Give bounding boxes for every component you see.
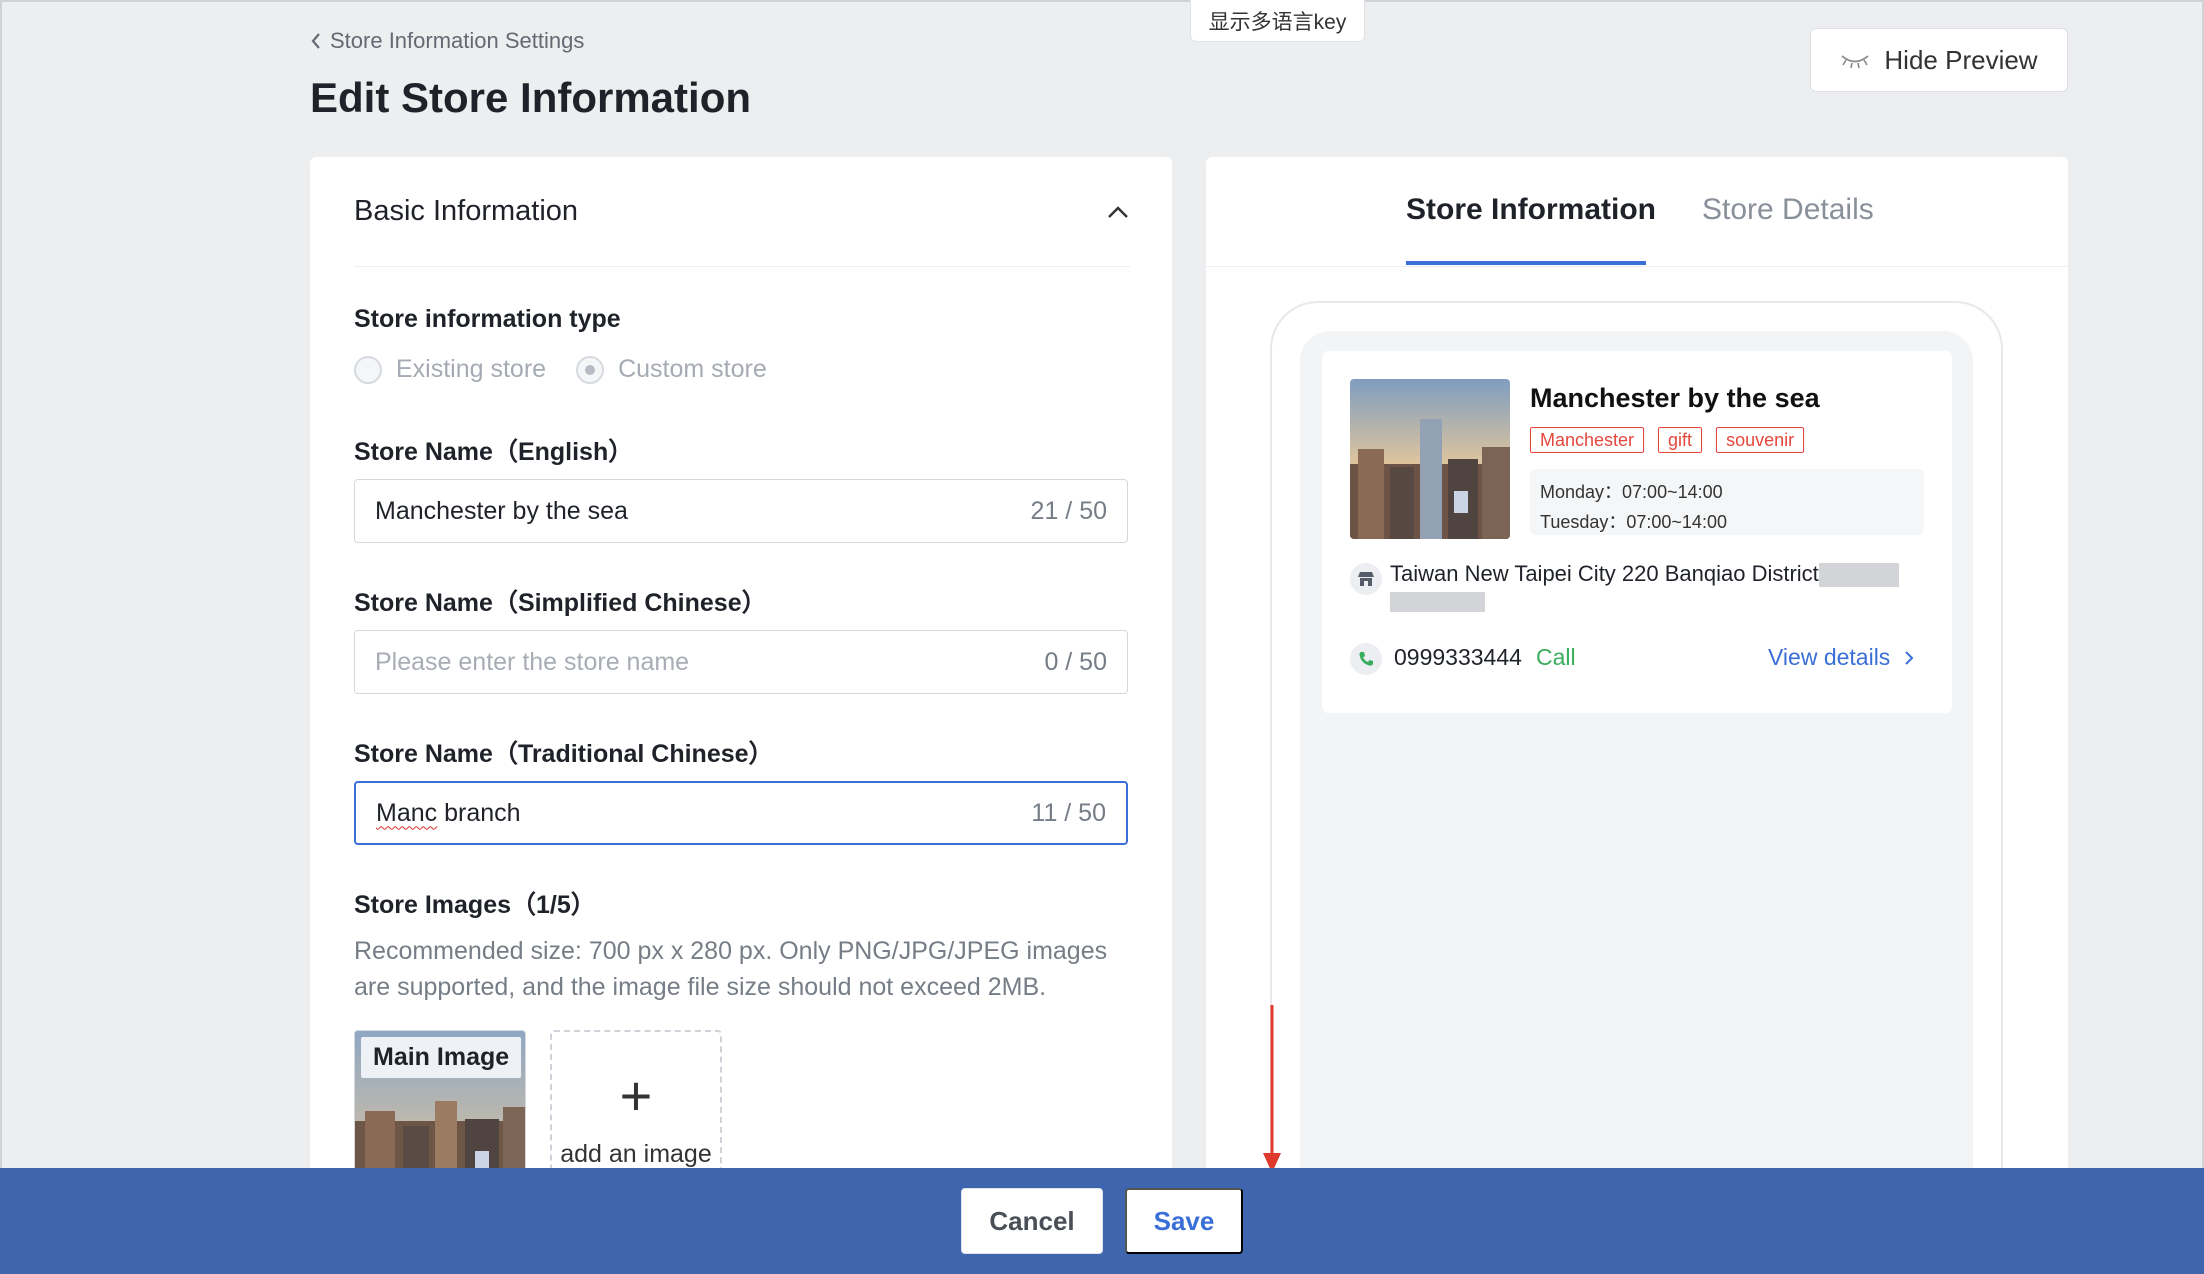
chevron-right-icon [1905, 650, 1914, 665]
add-image-button[interactable]: + add an image [550, 1030, 722, 1177]
add-image-label: add an image [560, 1140, 712, 1168]
view-details-label: View details [1768, 644, 1891, 670]
opening-hours: Monday：07:00~14:00 Tuesday：07:00~14:00 [1530, 469, 1924, 535]
breadcrumb-label: Store Information Settings [330, 28, 585, 53]
cancel-button[interactable]: Cancel [961, 1188, 1103, 1254]
language-key-toggle[interactable]: 显示多语言key [1190, 0, 1365, 42]
redacted-block [1818, 563, 1899, 588]
radio-custom-store[interactable]: Custom store [576, 355, 767, 384]
tab-store-details[interactable]: Store Details [1702, 193, 1874, 227]
page-title: Edit Store Information [310, 74, 751, 121]
plus-icon: + [619, 1064, 653, 1127]
hours-line: Tuesday：07:00~14:00 [1540, 512, 1727, 532]
preview-store-name: Manchester by the sea [1530, 383, 1820, 413]
radio-circle [354, 355, 382, 384]
hide-preview-label: Hide Preview [1884, 44, 2038, 75]
phone-screen: Manchester by the sea Manchester gift so… [1300, 331, 1973, 1177]
radio-circle-checked [576, 355, 605, 384]
input-placeholder: Please enter the store name [375, 647, 690, 676]
redacted-block [1390, 592, 1485, 613]
store-name-en-input[interactable]: Manchester by the sea 21 / 50 [354, 479, 1128, 543]
store-photo [1350, 379, 1510, 539]
footer-action-bar: Cancel Save [0, 1168, 2204, 1274]
store-name-sc-input[interactable]: Please enter the store name 0 / 50 [354, 630, 1128, 694]
hours-line: Monday：07:00~14:00 [1540, 482, 1723, 502]
char-counter: 11 / 50 [1031, 798, 1106, 827]
call-link[interactable]: Call [1536, 644, 1576, 671]
chevron-up-icon[interactable] [1106, 204, 1130, 220]
radio-existing-store[interactable]: Existing store [354, 355, 546, 384]
phone-mockup: Manchester by the sea Manchester gift so… [1270, 301, 2003, 1177]
store-name-en-label: Store Name（English） [354, 438, 634, 466]
view-details-link[interactable]: View details [1768, 644, 1914, 671]
store-address: Taiwan New Taipei City 220 Banqiao Distr… [1390, 561, 1910, 613]
char-counter: 0 / 50 [1044, 647, 1107, 676]
tab-store-information[interactable]: Store Information [1406, 193, 1656, 227]
store-type-label: Store information type [354, 305, 621, 333]
section-header[interactable]: Basic Information [354, 157, 1130, 267]
section-title: Basic Information [354, 195, 579, 227]
annotation-arrow [1263, 1005, 1281, 1173]
main-image-badge: Main Image [361, 1037, 522, 1078]
save-button[interactable]: Save [1125, 1188, 1243, 1254]
store-name-tc-input[interactable]: Manc branch 11 / 50 [354, 781, 1128, 845]
phone-number: 0999333444 [1394, 644, 1522, 670]
address-text: Taiwan New Taipei City 220 Banqiao Distr… [1390, 561, 1819, 586]
breadcrumb[interactable]: Store Information Settings [310, 28, 584, 54]
tag: souvenir [1716, 427, 1805, 453]
active-tab-indicator [1406, 261, 1646, 265]
city-photo [1350, 379, 1510, 539]
input-value: Manc branch [376, 799, 521, 828]
store-type-radio-group: Existing store Custom store [354, 355, 767, 384]
store-icon [1350, 563, 1382, 595]
radio-label: Custom store [618, 355, 767, 383]
chevron-left-icon [311, 33, 320, 49]
tag: gift [1658, 427, 1703, 453]
eye-closed-icon [1841, 55, 1869, 69]
main-image-thumbnail[interactable]: Main Image [354, 1030, 526, 1177]
input-value-rest: branch [437, 798, 521, 827]
preview-panel: Store Information Store Details Manchest… [1206, 157, 2068, 1177]
store-card: Manchester by the sea Manchester gift so… [1322, 351, 1952, 713]
phone-icon [1350, 643, 1382, 675]
char-counter: 21 / 50 [1030, 496, 1107, 525]
spellcheck-word: Manc [376, 798, 438, 827]
image-hint: Recommended size: 700 px x 280 px. Only … [354, 937, 1108, 1001]
tag: Manchester [1530, 427, 1645, 453]
store-name-tc-label: Store Name（Traditional Chinese） [354, 740, 774, 768]
store-tags: Manchester gift souvenir [1530, 427, 1805, 453]
input-value: Manchester by the sea [375, 496, 628, 525]
store-name-sc-label: Store Name（Simplified Chinese） [354, 589, 767, 617]
basic-information-panel: Basic Information Store information type… [310, 157, 1172, 1177]
radio-label: Existing store [396, 355, 547, 383]
hide-preview-button[interactable]: Hide Preview [1810, 28, 2068, 92]
store-images-label: Store Images（1/5） [354, 891, 596, 919]
preview-tabs: Store Information Store Details [1206, 157, 2068, 267]
